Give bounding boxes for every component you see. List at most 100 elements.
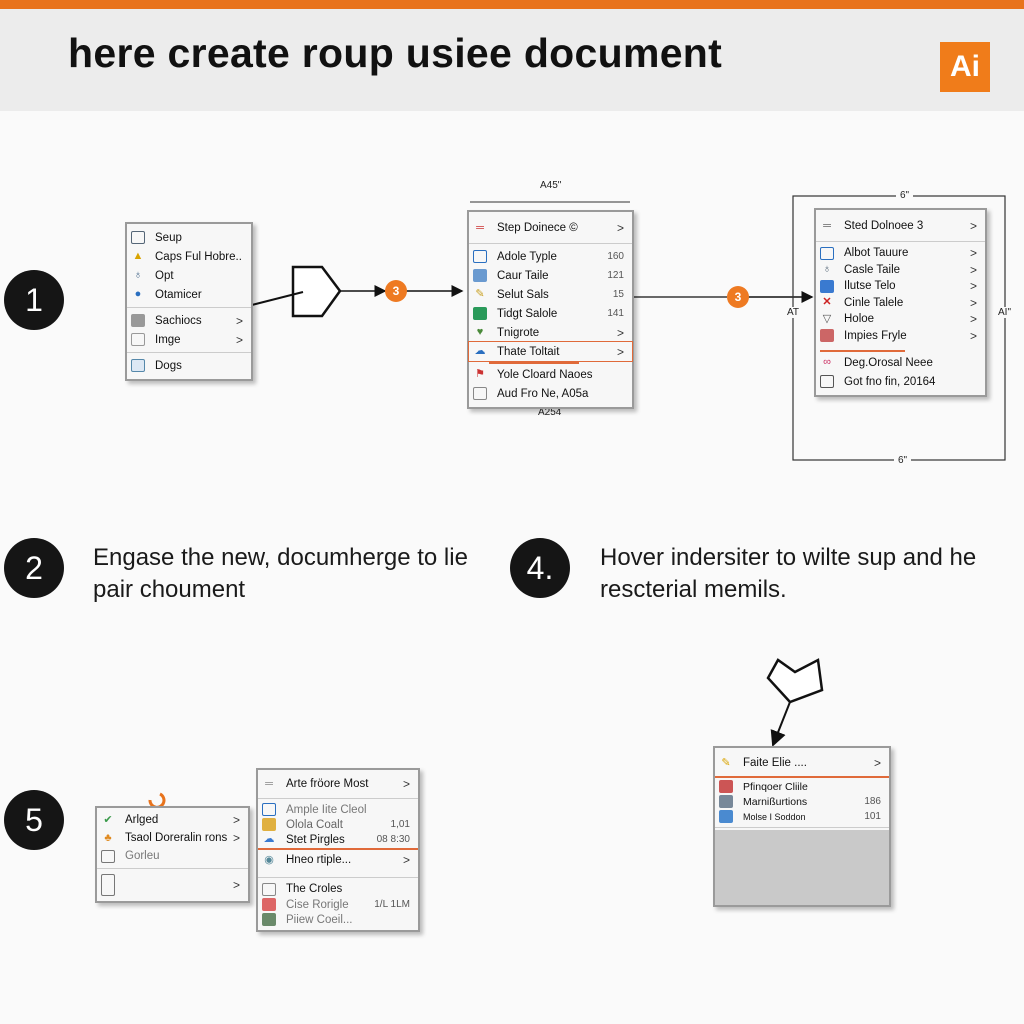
filter-icon: ▽ [822,312,832,325]
document-icon [131,359,145,372]
menu-item[interactable]: ▲ Caps Ful Hobre.. [127,247,251,266]
circle-icon: ◉ [264,853,274,866]
menu-icon: ═ [476,221,484,234]
step-number-1: 1 [4,270,64,330]
menu-item[interactable]: Tidgt Salole 141 [469,304,632,323]
menu-item[interactable]: Molse I Soddon 101 [715,809,889,824]
menu-item[interactable]: ♣ Tsaol Doreralin rons > [97,829,248,847]
check-icon: ✔ [103,813,113,826]
menu-header[interactable]: ═ Sted Dolnoee 3 > [816,214,985,238]
context-menu-5a: ✔ Arlged > ♣ Tsaol Doreralin rons > Gorleu > [95,806,250,903]
pencil-icon: ✎ [475,288,485,300]
menu-item[interactable]: ✔ Arlged > [97,811,248,829]
dimension-label: A45" [540,180,562,191]
menu-item[interactable]: Dogs [127,356,251,375]
menu-item[interactable]: Marnißurtions 186 [715,794,889,809]
menu-header[interactable]: ✎ Faite Elie .... > [715,751,889,775]
menu-item[interactable]: The Croles [258,881,418,897]
warning-icon: ▲ [132,250,144,262]
folder-icon [131,231,145,244]
menu-item[interactable]: ♥ Tnigrote > [469,323,632,342]
menu-header[interactable]: ═ Step Doinece © > [469,216,632,240]
menu-item[interactable]: Got fno fin, 20164 [816,372,985,391]
box-icon [262,803,276,816]
menu-item[interactable]: Gorleu [97,847,248,865]
monitor-icon [820,375,834,388]
menu-header[interactable]: ═ Arte fröore Most > [258,773,418,795]
box-icon [101,849,115,863]
image-icon [131,333,145,346]
chevron-right-icon: > [235,313,243,328]
file-icon [262,882,276,896]
box-icon [820,246,834,260]
menu-item[interactable]: Adole Typle 160 [469,247,632,266]
menu-item[interactable]: ♁ Casle Taile > [816,262,985,279]
context-menu-3: ═ Sted Dolnoee 3 > Albot Tauure > ♁ Casle Ta… [814,208,987,397]
menu-item[interactable]: Aud Fro Ne, A05a [469,384,632,403]
menu-item-highlighted[interactable]: ☁ Thate Toltait > [468,341,633,362]
step-number-5: 5 [4,790,64,850]
link-icon: ∞ [823,356,831,368]
menu-item[interactable]: Olola Coalt 1,01 [258,817,418,832]
chevron-right-icon: > [235,332,243,347]
context-menu-1: Seup ▲ Caps Ful Hobre.. ♁ Opt ● Otamicer Sa… [125,222,253,381]
menu-item[interactable]: Sachiocs > [127,311,251,330]
pointer-shape [291,265,342,318]
step-2-text: Engase the new, documherge to lie pair c… [93,544,468,603]
menu-item[interactable]: ✎ Selut Sals 15 [469,285,632,304]
user-icon: ● [134,288,142,300]
menu-item[interactable]: Piiew Coeil... [258,912,418,927]
menu-item[interactable]: Ample Iite Cleol [258,802,418,817]
grid-icon [131,314,145,327]
step-badge: 3 [727,286,749,308]
menu-item[interactable]: Ilutse Telo > [816,278,985,295]
close-icon: ✕ [822,296,832,309]
menu-item[interactable]: Cise Rorigle 1/L 1LM [258,897,418,912]
cursor-shape [766,658,824,704]
image-icon [820,329,834,343]
folder-icon [262,818,276,831]
menu-item[interactable]: > [97,872,248,898]
file-icon [473,387,487,400]
table-icon [820,279,834,293]
step-badge: 3 [385,280,407,302]
menu-item[interactable]: Pfinqoer Cliile [715,779,889,794]
cloud-icon: ☁ [474,345,486,357]
sheet-icon [719,810,733,823]
menu-item[interactable]: Caur Taile 121 [469,266,632,285]
plant-icon: ♥ [476,326,484,338]
dimension-label: 6" [896,190,914,201]
cloud-icon: ☁ [263,833,275,845]
menu-item[interactable]: ◉ Hneo rtiple... > [258,851,418,869]
type-icon [473,250,487,263]
image-icon [262,898,276,911]
table-icon [719,795,733,808]
sheet-icon [473,307,487,320]
context-menu-4: ✎ Faite Elie .... > Pfinqoer Cliile Marniß… [713,746,891,907]
menu-item[interactable]: Seup [127,228,251,247]
menu-item[interactable]: ∞ Deg.Orosal Neee [816,353,985,372]
menu-item[interactable]: ▽ Holoe > [816,311,985,328]
photo-icon [262,913,276,926]
menu-item[interactable]: ✕ Cinle Talele > [816,295,985,312]
menu-item[interactable]: Imge > [127,330,251,349]
chevron-right-icon: > [616,221,624,235]
folder-icon: ✎ [721,756,731,769]
menu-icon: ═ [265,777,273,790]
pin-icon: ♁ [133,269,143,281]
dimension-label: 6" [894,455,912,466]
context-menu-5b: ═ Arte fröore Most > Ample Iite Cleol Olol… [256,768,420,932]
menu-icon: ═ [823,219,831,232]
menu-item[interactable]: Impies Fryle > [816,328,985,345]
menu-item[interactable]: ● Otamicer [127,285,251,304]
flag-icon: ⚑ [475,368,485,380]
menu-item[interactable]: ♁ Opt [127,266,251,285]
context-menu-2: ═ Step Doinece © > Adole Typle 160 Caur Tai… [467,210,634,409]
menu-item[interactable]: Albot Tauure > [816,245,985,262]
shapes-icon: ♣ [104,831,112,844]
page-icon [101,874,115,896]
step-4-text: Hover indersiter to wilte sup and he res… [600,544,977,603]
image-icon [719,780,733,793]
menu-item[interactable]: ⚑ Yole Cloard Naoes [469,365,632,384]
menu-item[interactable]: ☁ Stet Pirgles 08 8:30 [258,832,418,847]
